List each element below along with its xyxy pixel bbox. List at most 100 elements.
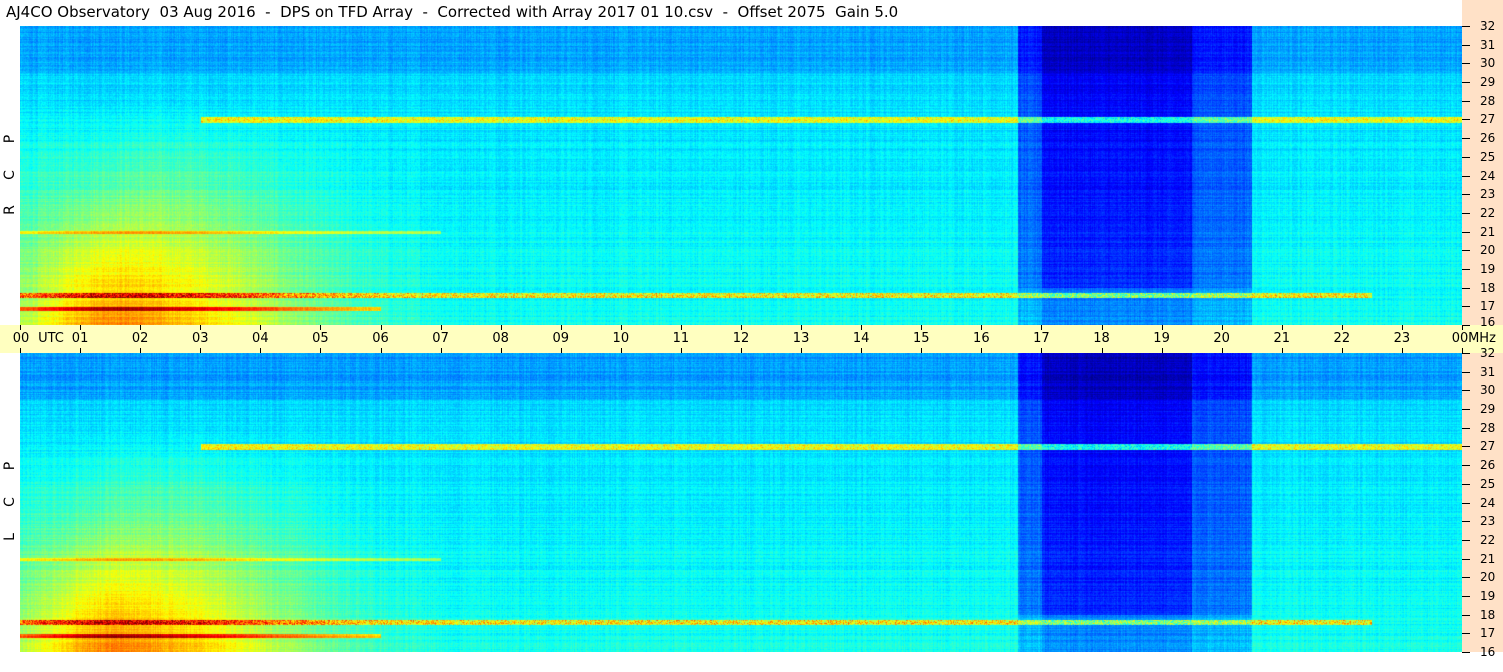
mhz-tick [1462,558,1470,560]
utc-tick-label: 04 [252,331,269,346]
mhz-tick [1462,325,1470,326]
bottom-margin [0,652,1503,672]
utc-tick [1161,348,1163,353]
mhz-tick-label: 20 [1480,243,1496,258]
polarization-label: P [2,134,18,143]
mhz-tick [1462,175,1470,177]
mhz-tick [1462,194,1470,196]
utc-tick [560,325,562,330]
utc-tick-label: 10 [612,331,630,346]
utc-tick [741,325,742,330]
chart-title: AJ4CO Observatory 03 Aug 2016 - DPS on T… [6,3,899,21]
utc-tick [320,348,322,353]
utc-tick-label: 03 [191,331,209,346]
polarization-label: R [2,205,18,216]
polarization-label: C [2,169,18,180]
mhz-tick-label: 26 [1480,131,1496,146]
utc-tick [1401,325,1403,330]
utc-tick-label: 13 [792,331,810,346]
utc-tick [500,325,502,330]
utc-tick [440,348,442,353]
utc-tick-label: 09 [552,331,570,346]
mhz-tick-label: 19 [1480,261,1496,276]
utc-tick [200,325,202,330]
utc-tick [921,325,923,330]
mhz-tick-label: 22 [1480,532,1496,547]
utc-unit-label: UTC [38,331,64,346]
mhz-tick-label: 23 [1480,187,1496,202]
mhz-tick [1462,409,1470,411]
mhz-tick [1462,595,1470,597]
mhz-tick [1462,521,1470,523]
mhz-tick-label: 24 [1480,495,1496,510]
utc-tick-label: 15 [912,331,930,346]
utc-tick [680,325,682,330]
mhz-tick [1462,465,1470,467]
mhz-tick [1462,371,1470,373]
mhz-tick-label: 22 [1480,205,1496,220]
lcp-spectrogram [20,353,1462,652]
mhz-tick-label: 20 [1480,570,1496,585]
mhz-unit-label: MHz [1468,331,1496,346]
utc-tick [1341,348,1343,353]
utc-tick-label: 20 [1213,331,1230,346]
utc-tick [140,325,142,330]
mhz-tick [1462,390,1470,392]
mhz-tick [1462,82,1470,84]
utc-tick-label: 14 [852,331,870,346]
utc-tick-label: 02 [131,331,149,346]
utc-tick [620,325,622,330]
utc-tick [200,348,202,353]
mhz-tick-label: 27 [1480,439,1496,454]
utc-tick [80,348,82,353]
polarization-label: C [2,496,18,507]
mhz-tick [1462,26,1470,27]
utc-tick [861,348,863,353]
rcp-spectrogram [20,26,1462,325]
mhz-tick [1462,287,1470,289]
polarization-label: L [2,533,18,542]
utc-tick [320,325,322,330]
utc-tick-label: 19 [1153,331,1170,346]
utc-tick [1041,348,1043,353]
utc-tick [20,325,21,330]
utc-tick [741,348,742,353]
utc-tick [1401,348,1403,353]
utc-tick-label: 21 [1273,331,1291,346]
mhz-tick [1462,268,1470,270]
utc-tick [981,348,983,353]
utc-tick [1281,348,1283,353]
mhz-tick [1462,652,1470,653]
utc-tick-label: 05 [312,331,329,346]
mhz-tick-label: 25 [1480,149,1496,164]
mhz-tick [1462,502,1470,504]
mhz-tick-label: 23 [1480,514,1496,529]
utc-tick-label: 18 [1093,331,1110,346]
mhz-tick [1462,577,1470,579]
utc-tick [680,348,682,353]
mhz-tick-label: 30 [1480,383,1496,398]
utc-tick [380,348,382,353]
utc-tick [1101,348,1103,353]
utc-tick-label: 17 [1033,331,1050,346]
utc-tick [1221,325,1223,330]
mhz-tick-label: 16 [1480,315,1496,329]
mhz-tick-label: 21 [1480,551,1496,566]
mhz-tick [1462,250,1470,252]
mhz-tick-label: 18 [1480,280,1496,295]
utc-tick-label: 00 [12,331,30,346]
utc-tick [1221,348,1223,353]
utc-tick [80,325,82,330]
mhz-tick-label: 29 [1480,75,1496,90]
utc-tick-label: 11 [672,331,690,346]
mhz-tick-label: 28 [1480,93,1496,108]
utc-tick [1041,325,1043,330]
polarization-label: P [2,461,18,470]
utc-tick-label: 22 [1333,331,1351,346]
mhz-tick [1462,446,1470,448]
utc-tick [500,348,502,353]
mhz-tick-label: 29 [1480,402,1496,417]
mhz-tick [1462,353,1470,354]
utc-tick [1281,325,1283,330]
utc-tick [861,325,863,330]
